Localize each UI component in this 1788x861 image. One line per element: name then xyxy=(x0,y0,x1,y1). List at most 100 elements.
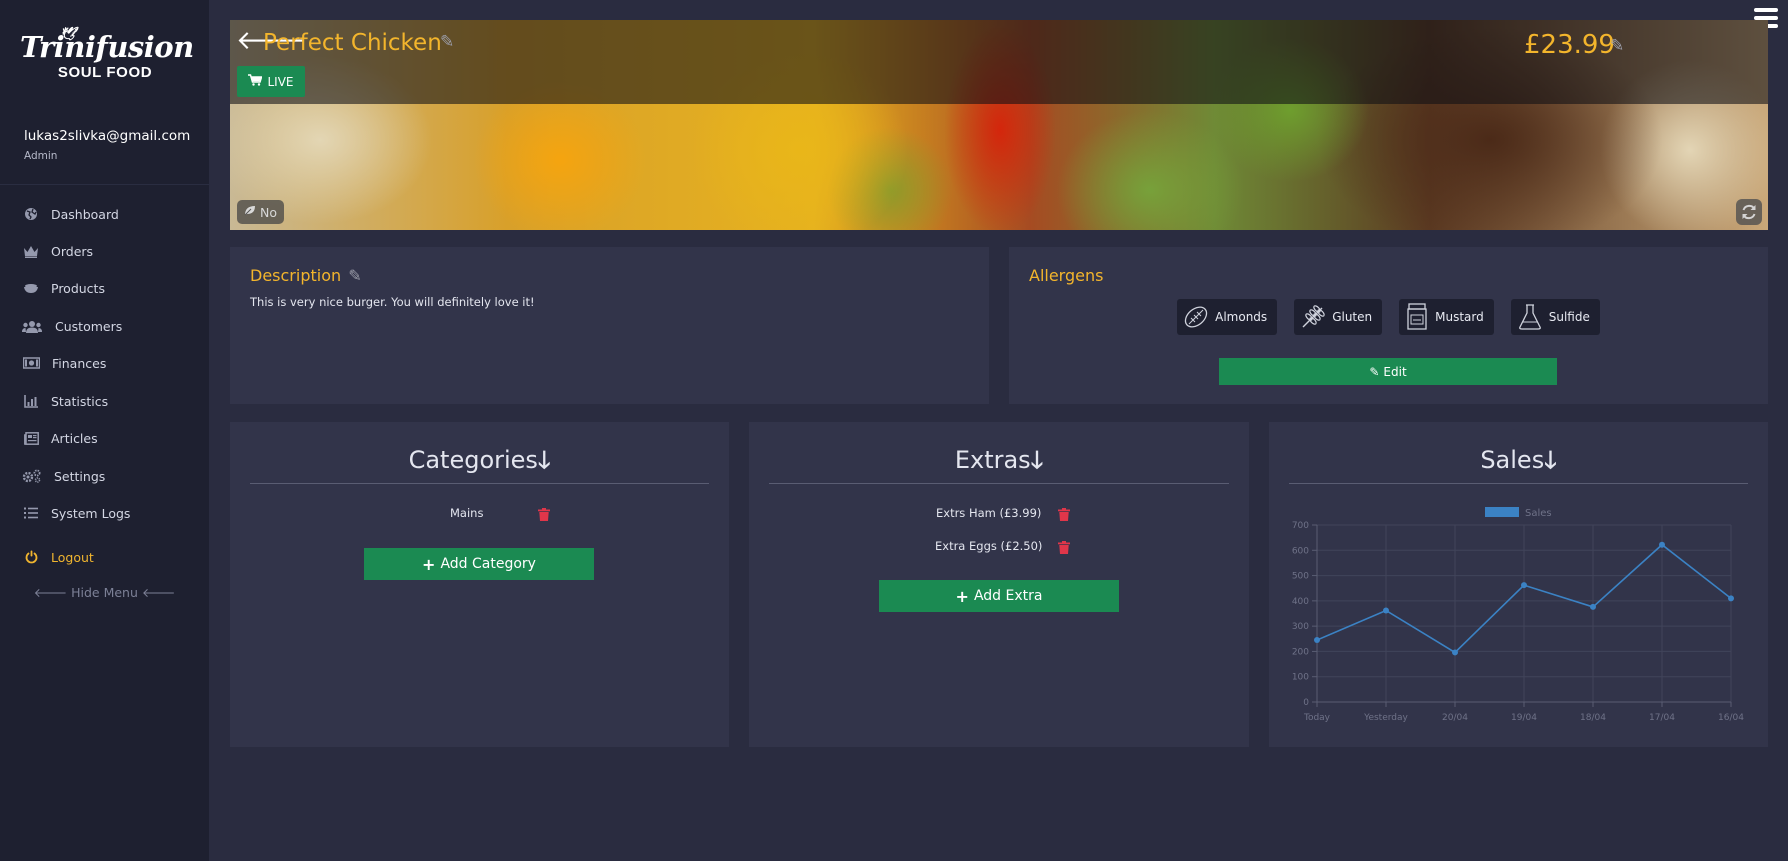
sidebar-item-label: Products xyxy=(51,280,105,296)
data-point xyxy=(1452,649,1458,656)
sidebar-item-articles[interactable]: Articles xyxy=(22,426,98,450)
sales-panel: Sales🡓 0 100 200 300 400 500 600 700 Today Yester… xyxy=(1269,422,1768,747)
product-title: Perfect Chicken xyxy=(263,30,442,56)
x-tick-label: Yesterday xyxy=(1363,713,1408,723)
cart-icon xyxy=(248,73,263,90)
extras-panel: Extras🡓 Extrs Ham (£3.99) Extra Eggs (£2… xyxy=(749,422,1249,747)
legend-label: Sales xyxy=(1525,508,1552,519)
sales-line-chart: 0 100 200 300 400 500 600 700 Today Yesterday 20/0… xyxy=(1292,507,1744,723)
add-extra-button[interactable]: + Add Extra xyxy=(879,580,1119,612)
y-tick-label: 700 xyxy=(1292,521,1309,531)
pencil-icon: ✎ xyxy=(1369,364,1380,379)
sidebar-item-system-logs[interactable]: System Logs xyxy=(22,501,130,525)
y-tick-label: 100 xyxy=(1292,673,1309,683)
categories-panel: Categories🡓 Mains + Add Category xyxy=(230,422,729,747)
hide-menu-toggle[interactable]: 🡐 Hide Menu 🡐 xyxy=(0,585,209,601)
y-tick-label: 400 xyxy=(1292,597,1309,607)
user-email: lukas2slivka@gmail.com xyxy=(24,128,191,144)
x-tick-label: 19/04 xyxy=(1511,713,1537,723)
sidebar-item-products[interactable]: Products xyxy=(22,276,105,300)
extras-heading: Extras🡓 xyxy=(954,446,1044,474)
x-tick-label: 17/04 xyxy=(1649,713,1675,723)
sidebar-item-orders[interactable]: Orders xyxy=(22,239,93,263)
leaf-icon xyxy=(244,205,256,219)
data-point xyxy=(1383,607,1389,614)
description-heading: Description ✎ xyxy=(250,266,362,285)
allergen-almonds: Almonds xyxy=(1177,299,1278,335)
sidebar-item-label: Logout xyxy=(51,549,94,565)
delete-category-trash-icon[interactable] xyxy=(538,508,550,521)
globe-icon xyxy=(22,207,40,221)
hide-menu-label: Hide Menu xyxy=(71,585,138,600)
data-point xyxy=(1590,603,1596,610)
sidebar-item-label: Orders xyxy=(51,243,94,259)
list-item: Mains xyxy=(450,506,483,520)
edit-allergens-button[interactable]: ✎ Edit xyxy=(1219,358,1557,385)
y-tick-label: 0 xyxy=(1303,698,1309,708)
sidebar-item-finances[interactable]: Finances xyxy=(22,351,106,375)
add-category-button[interactable]: + Add Category xyxy=(364,548,594,580)
description-panel: Description ✎ This is very nice burger. … xyxy=(230,247,989,404)
sidebar-item-label: System Logs xyxy=(51,505,131,521)
arrow-down-icon: 🡓 xyxy=(537,446,551,474)
extra-name: Extrs Ham (£3.99) xyxy=(936,506,1042,520)
sidebar-item-logout[interactable]: Logout xyxy=(22,545,94,569)
live-status-button[interactable]: LIVE xyxy=(237,66,305,97)
sidebar-item-label: Finances xyxy=(52,355,107,371)
brand-logo[interactable]: Trinifusion 🕊 SOUL FOOD xyxy=(20,27,194,81)
almond-icon xyxy=(1184,306,1208,328)
flask-icon xyxy=(1518,304,1541,330)
sidebar-item-label: Articles xyxy=(51,430,98,446)
data-point xyxy=(1659,541,1665,548)
y-tick-label: 200 xyxy=(1292,647,1309,657)
sidebar-item-label: Customers xyxy=(55,318,123,334)
sidebar-item-dashboard[interactable]: Dashboard xyxy=(22,202,119,226)
sidebar: Trinifusion 🕊 SOUL FOOD lukas2slivka@gmai… xyxy=(0,0,209,861)
money-icon xyxy=(22,356,40,370)
x-tick-label: Today xyxy=(1303,713,1331,723)
y-tick-label: 300 xyxy=(1292,622,1309,632)
allergens-panel: Allergens Almonds Gluten Mustard Sulfide… xyxy=(1009,247,1768,404)
crown-icon xyxy=(22,244,40,258)
product-price: £23.99 xyxy=(1524,30,1615,60)
mustard-jar-icon xyxy=(1407,303,1427,330)
x-tick-label: 16/04 xyxy=(1718,713,1744,723)
plus-icon: + xyxy=(955,586,969,606)
category-name: Mains xyxy=(450,506,484,520)
sidebar-item-label: Statistics xyxy=(51,393,109,409)
allergen-list: Almonds Gluten Mustard Sulfide xyxy=(1009,299,1768,335)
edit-price-pencil-icon[interactable]: ✎ xyxy=(1610,36,1624,56)
delete-extra-trash-icon[interactable] xyxy=(1058,508,1070,521)
categories-divider xyxy=(250,483,709,484)
sidebar-item-label: Settings xyxy=(54,468,106,484)
allergen-mustard: Mustard xyxy=(1399,299,1494,335)
data-point xyxy=(1314,637,1320,644)
allergens-heading: Allergens xyxy=(1029,266,1104,285)
user-role: Admin xyxy=(24,150,58,162)
x-tick-label: 18/04 xyxy=(1580,713,1606,723)
list-icon xyxy=(22,506,40,520)
edit-title-pencil-icon[interactable]: ✎ xyxy=(440,32,454,52)
data-point xyxy=(1521,582,1527,589)
list-item: Extra Eggs (£2.50) xyxy=(935,539,1042,553)
sidebar-item-settings[interactable]: Settings xyxy=(22,464,105,488)
vegetarian-toggle[interactable]: No xyxy=(237,200,284,224)
brand-script: Trinifusion 🕊 xyxy=(20,27,194,64)
extras-divider xyxy=(769,483,1229,484)
bowl-icon xyxy=(22,281,40,295)
product-hero-image: 🡐 Perfect Chicken ✎ £23.99 ✎ LIVE No xyxy=(230,20,1768,230)
sidebar-item-customers[interactable]: Customers xyxy=(22,314,122,338)
allergen-sulfide: Sulfide xyxy=(1510,299,1600,335)
delete-extra-trash-icon[interactable] xyxy=(1058,541,1070,554)
edit-description-pencil-icon[interactable]: ✎ xyxy=(348,266,361,285)
sidebar-divider xyxy=(0,184,209,185)
newspaper-icon xyxy=(22,431,40,445)
arrow-down-icon: 🡓 xyxy=(1030,446,1044,474)
extra-name: Extra Eggs (£2.50) xyxy=(935,539,1043,553)
y-tick-label: 500 xyxy=(1292,572,1309,582)
sidebar-item-statistics[interactable]: Statistics xyxy=(22,389,108,413)
power-icon xyxy=(22,550,40,564)
vegetarian-label: No xyxy=(260,204,277,220)
refresh-image-icon[interactable] xyxy=(1736,199,1762,225)
x-tick-label: 20/04 xyxy=(1442,713,1468,723)
